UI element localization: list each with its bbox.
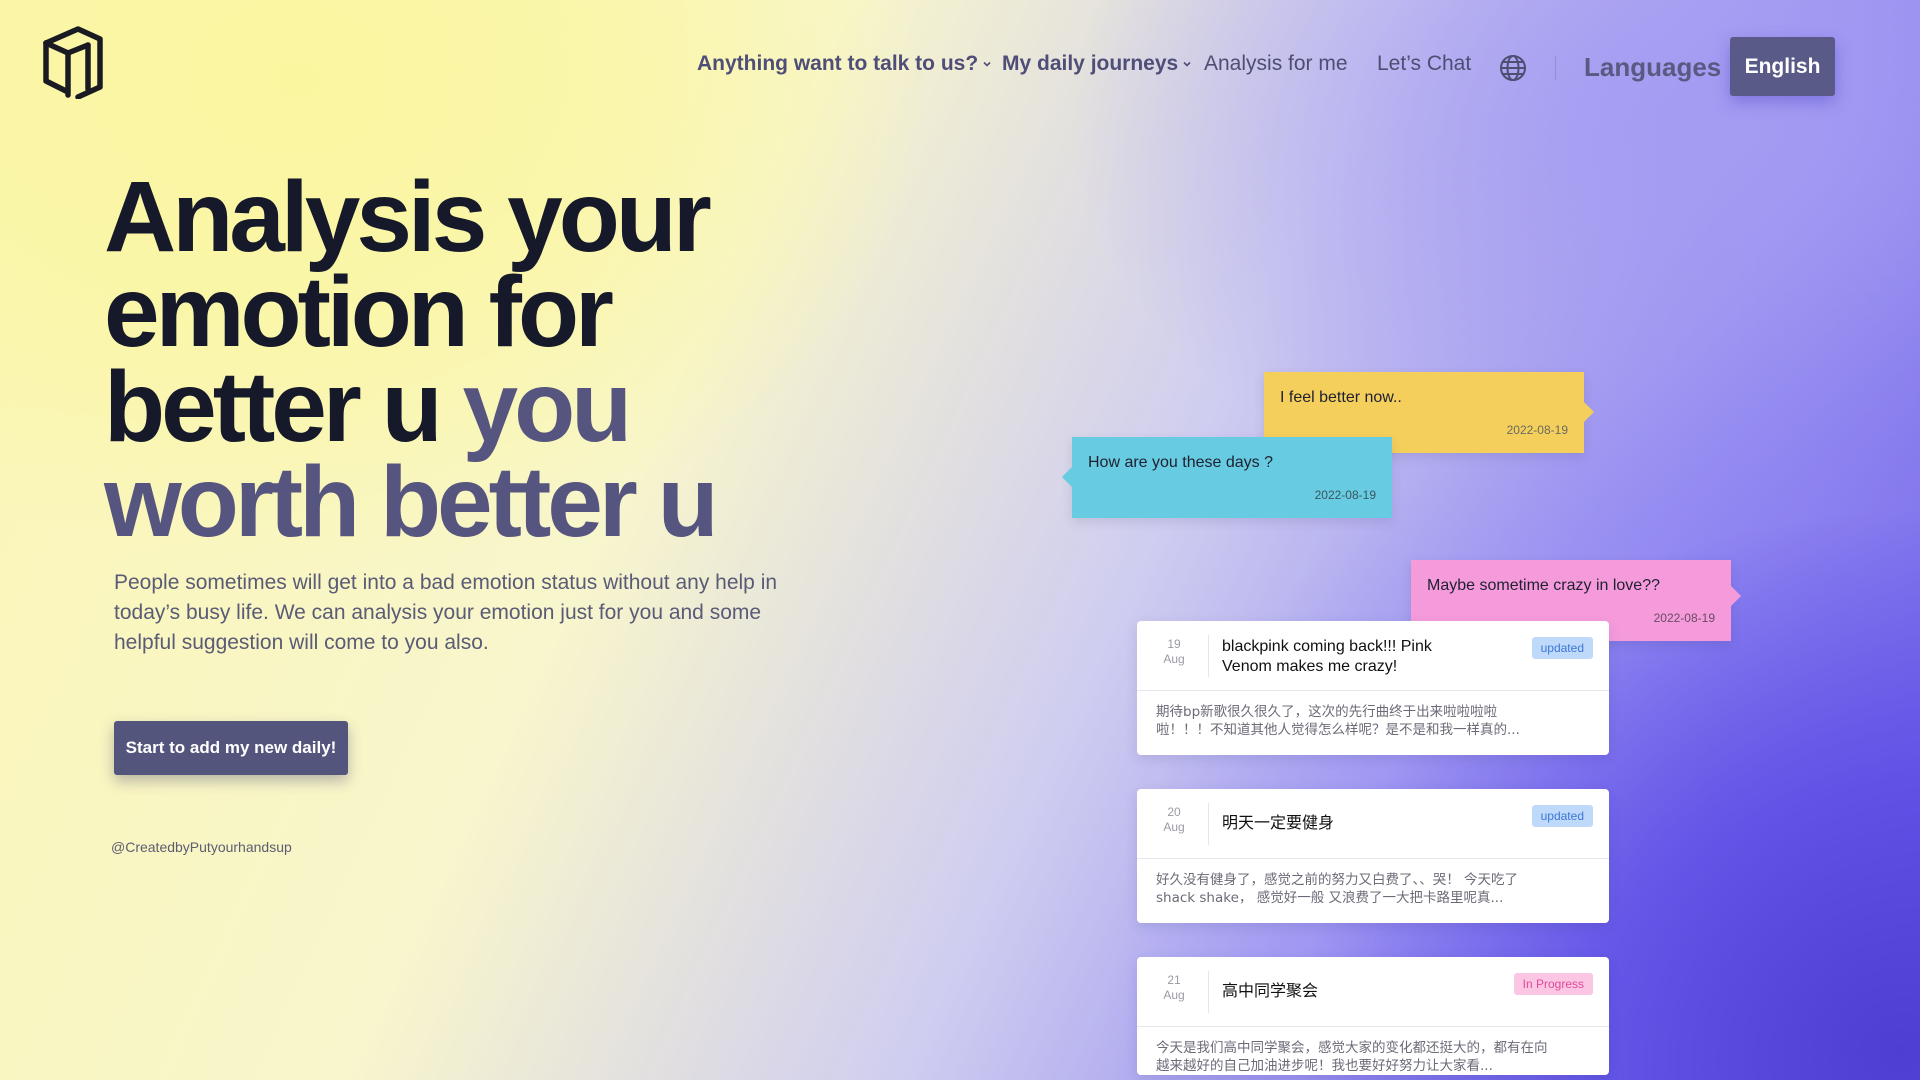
status-badge: In Progress [1513, 973, 1593, 995]
diary-card[interactable]: 20 Aug 明天一定要健身 updated 好久没有健身了，感觉之前的努力又白… [1137, 789, 1609, 923]
chat-bubble-text: I feel better now.. [1280, 389, 1402, 406]
status-badge: updated [1531, 805, 1593, 827]
diary-card-title: 明天一定要健身 [1222, 815, 1335, 832]
diary-card[interactable]: 21 Aug 高中同学聚会 In Progress 今天是我们高中同学聚会，感觉… [1137, 957, 1609, 1075]
diary-card-header: 19 Aug blackpink coming back!!! Pink Ven… [1137, 621, 1609, 691]
nav-item-label: My daily journeys [1002, 52, 1179, 75]
hero-title-accent: worth better u [104, 446, 719, 558]
diary-card-day: 19 [1167, 637, 1181, 651]
status-badge: updated [1531, 637, 1593, 659]
divider [1208, 971, 1209, 1013]
diary-card-day: 20 [1167, 805, 1181, 819]
hero-description: People sometimes will get into a bad emo… [114, 571, 778, 654]
diary-card-title: blackpink coming back!!! Pink Venom make… [1222, 638, 1432, 675]
hero-title: Analysis your emotion for better u you w… [104, 167, 904, 552]
brand-logo-icon[interactable] [40, 25, 106, 99]
nav-item-label: Let’s Chat [1377, 52, 1472, 75]
diary-card-excerpt: 好久没有健身了，感觉之前的努力又白费了、、哭！ 今天吃了shack shake，… [1156, 872, 1519, 906]
diary-card-date: 21 Aug [1151, 973, 1197, 1003]
divider [1208, 803, 1209, 845]
nav-item-daily-journeys[interactable]: My daily journeys [1002, 52, 1192, 76]
diary-card-date: 19 Aug [1151, 637, 1197, 667]
languages-label: Languages [1584, 52, 1722, 82]
diary-card-excerpt: 期待bp新歌很久很久了，这次的先行曲终于出来啦啦啦啦啦！！！不知道其他人觉得怎么… [1156, 704, 1520, 738]
nav-item-label: Analysis for me [1204, 52, 1348, 75]
diary-card-header: 20 Aug 明天一定要健身 updated [1137, 789, 1609, 859]
diary-card-month: Aug [1163, 988, 1185, 1002]
nav-item-label: Anything want to talk to us? [697, 52, 979, 75]
divider [1208, 635, 1209, 677]
credit-text: @CreatedbyPutyourhandsup [111, 839, 292, 855]
nav-item-analysis[interactable]: Analysis for me [1204, 52, 1348, 76]
nav-item-lets-chat[interactable]: Let’s Chat [1377, 52, 1471, 76]
diary-card-title: 高中同学聚会 [1222, 983, 1319, 1000]
diary-card[interactable]: 19 Aug blackpink coming back!!! Pink Ven… [1137, 621, 1609, 755]
diary-card-month: Aug [1163, 820, 1185, 834]
chat-bubble-date: 2022-08-19 [1314, 488, 1376, 502]
diary-card-day: 21 [1167, 973, 1181, 987]
diary-card-header: 21 Aug 高中同学聚会 In Progress [1137, 957, 1609, 1027]
diary-card-date: 20 Aug [1151, 805, 1197, 835]
chat-bubble-text: How are you these days ? [1088, 454, 1273, 471]
chat-bubble-date: 2022-08-19 [1506, 423, 1568, 437]
chat-bubble-text: Maybe sometime crazy in love?? [1427, 577, 1660, 594]
start-add-daily-button[interactable]: Start to add my new daily! [114, 721, 348, 775]
chevron-down-icon [1183, 61, 1191, 67]
nav-item-talk-to-us[interactable]: Anything want to talk to us? [697, 52, 992, 76]
diary-card-excerpt: 今天是我们高中同学聚会，感觉大家的变化都还挺大的，都有在向越来越好的自己加油进步… [1156, 1040, 1548, 1074]
nav-divider [1555, 56, 1556, 80]
chevron-down-icon [983, 61, 991, 67]
chat-bubble-date: 2022-08-19 [1653, 611, 1715, 625]
language-english-button[interactable]: English [1730, 37, 1835, 96]
chat-bubble[interactable]: How are you these days ? 2022-08-19 [1062, 437, 1392, 518]
globe-icon[interactable] [1498, 53, 1528, 83]
diary-card-month: Aug [1163, 652, 1185, 666]
